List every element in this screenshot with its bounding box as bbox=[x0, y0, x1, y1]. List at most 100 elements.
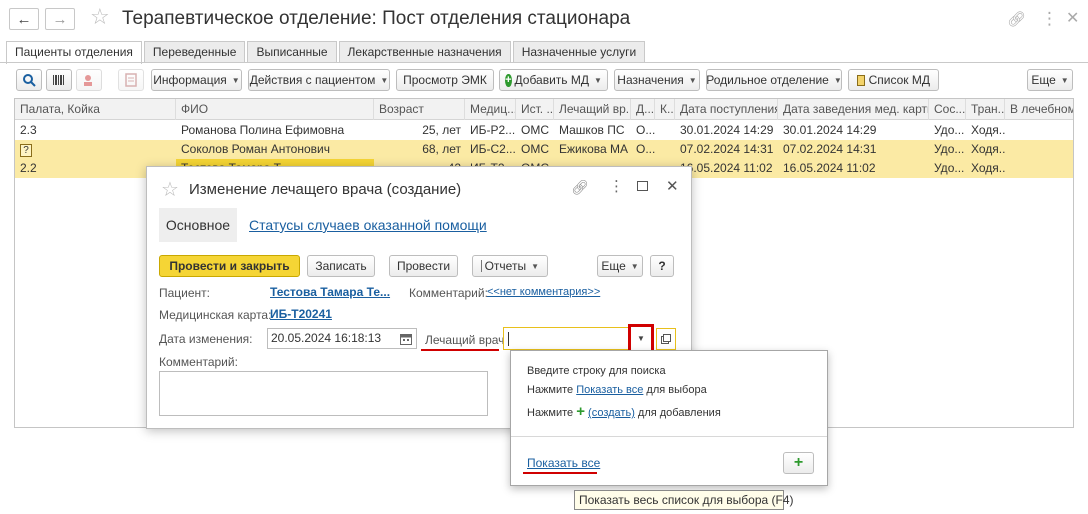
document-icon bbox=[125, 73, 137, 87]
table-row[interactable]: 2.3 Романова Полина Ефимовна 25, лет ИБ-… bbox=[15, 121, 1073, 140]
change-date-label: Дата изменения: bbox=[159, 332, 253, 346]
barcode-button[interactable] bbox=[46, 69, 72, 91]
more-dropdown[interactable]: Еще ▼ bbox=[597, 255, 643, 277]
search-button[interactable] bbox=[16, 69, 42, 91]
cell-age: 25, лет bbox=[422, 123, 461, 137]
chevron-down-icon: ▼ bbox=[231, 75, 240, 85]
doctor-dropdown-button[interactable]: ▼ bbox=[628, 324, 654, 353]
maternity-dropdown[interactable]: Родильное отделение ▼ bbox=[706, 69, 842, 91]
tab-divider bbox=[0, 62, 1088, 63]
maximize-icon[interactable] bbox=[637, 181, 648, 191]
popup-show-all-inline-link[interactable]: Показать все bbox=[576, 384, 643, 396]
table-row-selected[interactable]: ? Соколов Роман Антонович 68, лет ИБ-С2.… bbox=[15, 140, 1073, 159]
tab-assigned-services[interactable]: Назначенные услуги bbox=[512, 41, 646, 63]
patient-actions-label: Действия с пациентом bbox=[249, 73, 376, 87]
cell-state: Удо... bbox=[934, 142, 965, 156]
col-admission[interactable]: Дата поступления bbox=[675, 99, 778, 120]
cell-card-date: 30.01.2024 14:29 bbox=[783, 123, 877, 137]
close-icon[interactable]: ✕ bbox=[666, 177, 679, 195]
comment-link[interactable]: <<нет комментария>> bbox=[487, 286, 600, 298]
popup-show-all-link[interactable]: Показать все bbox=[527, 456, 600, 470]
popup-create-button[interactable]: + bbox=[783, 452, 814, 474]
tooltip: Показать весь список для выбора (F4) bbox=[574, 490, 794, 510]
assignments-dropdown[interactable]: Назначения ▼ bbox=[614, 69, 700, 91]
patient-actions-dropdown[interactable]: Действия с пациентом ▼ bbox=[248, 69, 390, 91]
back-button[interactable]: ← bbox=[9, 8, 39, 30]
popup-hint-show-all: Нажмите Показать все для выбора bbox=[527, 384, 707, 396]
add-md-dropdown[interactable]: + Добавить МД ▼ bbox=[499, 69, 608, 91]
col-in-treatment[interactable]: В лечебном bbox=[1005, 99, 1073, 120]
plus-icon: + bbox=[793, 454, 804, 471]
post-and-close-button[interactable]: Провести и закрыть bbox=[159, 255, 300, 277]
cell-doctor: Машков ПС bbox=[559, 123, 625, 137]
cell-name: Соколов Роман Антонович bbox=[181, 142, 330, 156]
tab-patients[interactable]: Пациенты отделения bbox=[6, 41, 142, 64]
chevron-down-icon: ▼ bbox=[1060, 75, 1069, 85]
col-k[interactable]: К... bbox=[655, 99, 675, 120]
save-button[interactable]: Записать bbox=[307, 255, 375, 277]
col-ward[interactable]: Палата, Койка bbox=[15, 99, 176, 120]
tab-drug-prescriptions[interactable]: Лекарственные назначения bbox=[338, 41, 511, 63]
popup-hint-suffix: для добавления bbox=[634, 407, 721, 419]
tab-transferred[interactable]: Переведенные bbox=[143, 41, 246, 63]
reports-dropdown[interactable]: Отчеты ▼ bbox=[472, 255, 548, 277]
more-vertical-icon[interactable]: ⋮ bbox=[609, 177, 624, 195]
comment-textarea[interactable] bbox=[159, 371, 488, 416]
cell-doctor: Ежикова МА bbox=[559, 142, 629, 156]
close-icon[interactable]: ✕ bbox=[1066, 8, 1079, 28]
document-button[interactable] bbox=[118, 69, 144, 91]
favorite-star-icon[interactable]: ☆ bbox=[161, 177, 179, 202]
assignments-label: Назначения bbox=[617, 73, 684, 87]
col-doctor[interactable]: Лечащий вр... bbox=[554, 99, 631, 120]
col-transport[interactable]: Тран... bbox=[966, 99, 1005, 120]
doctor-input[interactable] bbox=[503, 327, 635, 350]
popup-hint-prefix: Нажмите bbox=[527, 407, 577, 419]
patient-search-button[interactable] bbox=[76, 69, 102, 91]
medical-card-link[interactable]: ИБ-Т20241 bbox=[270, 307, 332, 321]
help-button[interactable]: ? bbox=[650, 255, 674, 277]
red-underline-annotation bbox=[421, 349, 499, 351]
more-label: Еще bbox=[601, 259, 626, 273]
popup-create-link[interactable]: (создать) bbox=[588, 407, 635, 419]
info-dropdown[interactable]: Информация ▼ bbox=[151, 69, 242, 91]
cell-ward: 2.3 bbox=[20, 123, 37, 137]
popup-divider bbox=[511, 436, 827, 437]
chevron-down-icon: ▼ bbox=[637, 334, 645, 343]
favorite-star-icon[interactable]: ☆ bbox=[90, 4, 110, 30]
col-card[interactable]: Медиц... bbox=[465, 99, 516, 120]
col-state[interactable]: Сос... bbox=[929, 99, 966, 120]
cell-source: ОМС bbox=[521, 123, 549, 137]
md-list-button[interactable]: Список МД bbox=[848, 69, 939, 91]
plus-icon: + bbox=[576, 403, 585, 420]
medical-card-label: Медицинская карта: bbox=[159, 308, 272, 322]
chevron-down-icon: ▼ bbox=[594, 75, 602, 85]
info-label: Информация bbox=[153, 73, 227, 87]
col-source[interactable]: Ист. ... bbox=[516, 99, 554, 120]
patient-label: Пациент: bbox=[159, 286, 211, 300]
cell-card-date: 16.05.2024 11:02 bbox=[783, 161, 876, 175]
col-name[interactable]: ФИО bbox=[176, 99, 374, 120]
link-icon[interactable]: 🔗︎ bbox=[1007, 10, 1026, 28]
view-emk-button[interactable]: Просмотр ЭМК bbox=[396, 69, 494, 91]
post-button[interactable]: Провести bbox=[389, 255, 458, 277]
change-date-input[interactable]: 20.05.2024 16:18:13 bbox=[267, 328, 417, 349]
tab-main[interactable]: Основное bbox=[159, 208, 237, 242]
more-vertical-icon[interactable]: ⋮ bbox=[1041, 9, 1058, 29]
open-form-icon bbox=[661, 334, 671, 344]
more-dropdown[interactable]: Еще ▼ bbox=[1027, 69, 1073, 91]
calendar-button[interactable] bbox=[397, 329, 415, 348]
open-doctor-button[interactable] bbox=[656, 328, 676, 350]
cell-state: Удо... bbox=[934, 161, 965, 175]
cell-ward: ? bbox=[15, 140, 176, 159]
question-icon: ? bbox=[20, 144, 32, 157]
col-card-date[interactable]: Дата заведения мед. карты bbox=[778, 99, 929, 120]
col-d[interactable]: Д... bbox=[631, 99, 655, 120]
reports-label: Отчеты bbox=[484, 259, 527, 273]
col-age[interactable]: Возраст bbox=[374, 99, 465, 120]
patient-link[interactable]: Тестова Тамара Те... bbox=[270, 285, 390, 299]
tab-discharged[interactable]: Выписанные bbox=[247, 41, 337, 63]
link-icon[interactable]: 🔗︎ bbox=[571, 179, 589, 196]
tab-statuses-link[interactable]: Статусы случаев оказанной помощи bbox=[249, 217, 487, 233]
forward-button[interactable]: → bbox=[45, 8, 75, 30]
add-circle-icon: + bbox=[505, 73, 512, 87]
